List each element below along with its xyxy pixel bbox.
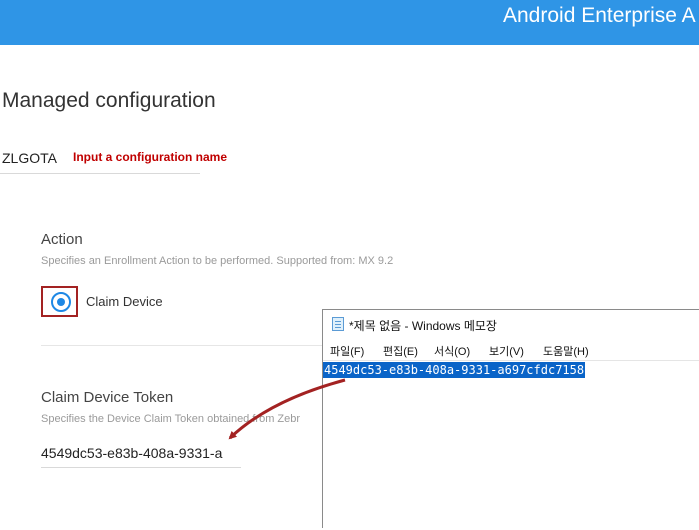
radio-selected-dot xyxy=(57,298,65,306)
claim-device-radio[interactable] xyxy=(51,292,71,312)
notepad-title: *제목 없음 - Windows 메모장 xyxy=(349,319,497,333)
notepad-menubar: 파일(F) 편집(E) 서식(O) 보기(V) 도움말(H) xyxy=(323,340,699,360)
app-title: Android Enterprise A xyxy=(503,4,696,27)
menu-file[interactable]: 파일(F) xyxy=(330,343,364,359)
configuration-name-input[interactable]: ZLGOTA xyxy=(2,150,57,166)
menu-view[interactable]: 보기(V) xyxy=(489,343,524,359)
configuration-name-underline xyxy=(0,173,200,174)
claim-device-radio-label[interactable]: Claim Device xyxy=(86,294,163,309)
notepad-icon xyxy=(332,317,344,331)
action-label: Action xyxy=(41,231,83,248)
action-description: Specifies an Enrollment Action to be per… xyxy=(41,255,394,267)
selected-token-text[interactable]: 4549dc53-e83b-408a-9331-a697cfdc7158 xyxy=(323,362,586,378)
notepad-titlebar[interactable]: *제목 없음 - Windows 메모장 xyxy=(323,310,699,340)
menu-edit[interactable]: 편집(E) xyxy=(383,343,418,359)
app-header: Android Enterprise A xyxy=(0,0,699,45)
page-title: Managed configuration xyxy=(2,89,216,112)
menu-format[interactable]: 서식(O) xyxy=(434,343,470,359)
notepad-window: *제목 없음 - Windows 메모장 파일(F) 편집(E) 서식(O) 보… xyxy=(322,309,699,530)
claim-device-token-description: Specifies the Device Claim Token obtaine… xyxy=(41,413,301,425)
claim-device-token-label: Claim Device Token xyxy=(41,389,174,406)
menu-help[interactable]: 도움말(H) xyxy=(543,343,589,359)
notepad-text-area[interactable]: 4549dc53-e83b-408a-9331-a697cfdc7158 xyxy=(323,360,699,530)
claim-device-token-input[interactable]: 4549dc53-e83b-408a-9331-a xyxy=(41,445,241,468)
configuration-name-hint: Input a configuration name xyxy=(73,150,228,164)
section-divider xyxy=(41,345,331,346)
